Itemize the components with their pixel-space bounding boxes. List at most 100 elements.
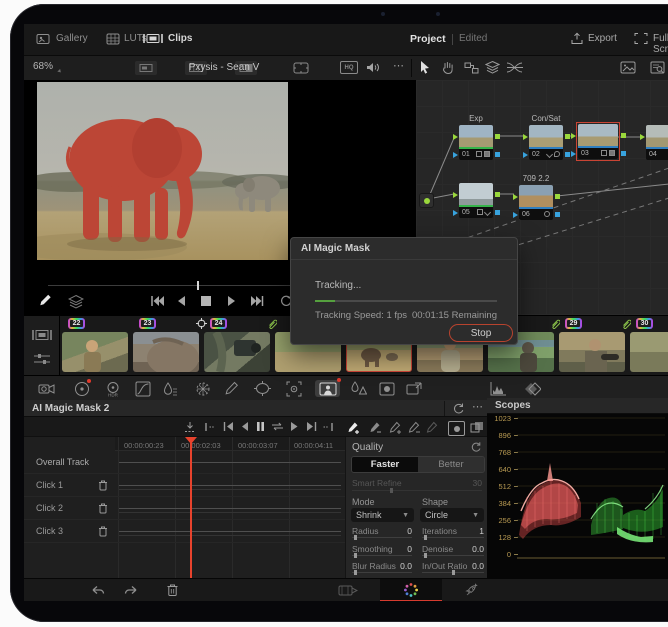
hq-proxy-icon[interactable]: HQ	[340, 61, 358, 74]
loop-range-icon[interactable]	[271, 421, 284, 432]
matte-preview-button[interactable]	[448, 421, 465, 436]
node-06[interactable]: 709 2.2 06	[513, 174, 560, 220]
add-touch-eyedropper-icon[interactable]	[388, 421, 401, 434]
clip-30[interactable]	[630, 332, 668, 372]
step-back-icon[interactable]	[240, 421, 249, 432]
stop-button[interactable]: Stop	[449, 324, 513, 342]
pause-icon[interactable]	[256, 421, 265, 432]
layers-icon[interactable]	[485, 60, 500, 75]
add-node-icon[interactable]	[464, 62, 479, 74]
timeline-ruler[interactable]: 00:00:00:23 00:00:02:03 00:00:03:07 00:0…	[115, 437, 345, 451]
scrub-playhead[interactable]	[197, 281, 199, 290]
delete-track-icon[interactable]	[98, 503, 108, 514]
redo-icon[interactable]	[124, 584, 139, 597]
picker-eyedropper-icon[interactable]	[38, 293, 53, 309]
trash-icon[interactable]	[166, 583, 179, 597]
quality-reset-icon[interactable]	[470, 441, 482, 453]
undo-icon[interactable]	[90, 584, 105, 597]
clip-24[interactable]	[204, 332, 270, 372]
project-tab[interactable]: Project	[410, 33, 446, 45]
faster-tab[interactable]: Faster	[352, 457, 418, 472]
clip-title[interactable]: Pxysis - Sean V	[154, 62, 294, 73]
adjust-sliders-icon[interactable]	[33, 352, 51, 366]
clip-22[interactable]	[62, 332, 128, 372]
add-stroke-eyedropper-icon[interactable]	[346, 421, 359, 434]
power-window-icon[interactable]	[254, 380, 271, 397]
masked-elephant[interactable]	[65, 118, 202, 242]
source-node[interactable]	[419, 193, 434, 208]
key-input[interactable]	[453, 152, 458, 158]
track-row-click1[interactable]: Click 1	[24, 474, 345, 497]
param-slider[interactable]	[352, 535, 412, 540]
disabled-eyedropper-icon[interactable]	[425, 421, 438, 434]
cursor-tool-icon[interactable]	[419, 60, 432, 75]
node-04[interactable]: 04	[640, 125, 668, 160]
track-row-click2[interactable]: Click 2	[24, 497, 345, 520]
qualifier-icon[interactable]	[161, 380, 178, 397]
export-button[interactable]: Export	[588, 33, 617, 44]
camera-raw-icon[interactable]	[38, 380, 55, 397]
first-frame-icon[interactable]	[223, 421, 234, 432]
sizing-icon[interactable]	[405, 380, 422, 397]
hdr-wheels-icon[interactable]: HDR	[104, 380, 121, 397]
lightbox-icon[interactable]	[650, 61, 666, 74]
smart-refine-slider[interactable]	[352, 488, 482, 493]
key-output[interactable]	[495, 152, 500, 157]
track-backward-icon[interactable]	[204, 421, 216, 433]
stills-icon[interactable]	[620, 61, 636, 74]
scopes-header[interactable]: Scopes	[487, 398, 668, 414]
track-row-click3[interactable]: Click 3	[24, 520, 345, 543]
stop-icon[interactable]	[201, 296, 211, 306]
delete-track-icon[interactable]	[98, 526, 108, 537]
node-01[interactable]: Exp 01	[453, 114, 500, 160]
tracker-icon[interactable]	[285, 380, 302, 397]
timeline-clips-icon[interactable]	[31, 328, 53, 342]
mixer-icon[interactable]	[506, 61, 523, 74]
skip-end-icon[interactable]	[250, 295, 264, 307]
scopes-histogram-icon[interactable]	[490, 380, 507, 397]
remove-stroke-eyedropper-icon[interactable]	[368, 421, 381, 434]
play-icon[interactable]	[227, 295, 237, 307]
window-picker-icon[interactable]	[223, 380, 240, 397]
play-reverse-icon[interactable]	[176, 295, 186, 307]
rgb-output[interactable]	[495, 134, 500, 139]
panel-more-button[interactable]: ⋯	[472, 400, 483, 413]
remove-touch-eyedropper-icon[interactable]	[407, 421, 420, 434]
key-icon[interactable]	[378, 380, 395, 397]
blur-icon[interactable]	[350, 380, 367, 397]
skip-start-icon[interactable]	[150, 295, 164, 307]
more-options-button[interactable]: ⋯	[393, 59, 405, 72]
speaker-icon[interactable]	[365, 60, 381, 75]
delete-track-icon[interactable]	[98, 480, 108, 491]
color-page-tab[interactable]	[380, 579, 442, 601]
cut-page-icon[interactable]	[338, 584, 358, 597]
edited-status[interactable]: Edited	[459, 33, 487, 44]
clips-icon[interactable]	[142, 32, 164, 45]
clip-23[interactable]	[133, 332, 199, 372]
track-row-overall[interactable]: Overall Track	[24, 451, 345, 474]
track-to-end-icon[interactable]	[184, 421, 196, 433]
reset-icon[interactable]	[452, 402, 465, 415]
overlay-mode-icon[interactable]	[470, 421, 484, 434]
viewer-image[interactable]	[37, 82, 288, 260]
hand-tool-icon[interactable]	[441, 60, 455, 75]
fusion-rocket-icon[interactable]	[464, 583, 479, 598]
mode-dropdown[interactable]: Shrink ▼	[351, 508, 414, 522]
node-03-selected[interactable]: 03	[571, 122, 626, 161]
fullscreen-icon[interactable]	[634, 32, 648, 45]
curves-icon[interactable]	[134, 380, 151, 397]
playhead[interactable]	[190, 442, 192, 578]
power-window-grid-icon[interactable]	[194, 380, 211, 397]
color-wheels-icon[interactable]	[73, 379, 91, 397]
clips-tab[interactable]: Clips	[168, 33, 192, 44]
node-05[interactable]: 05	[453, 183, 500, 218]
play-forward-icon[interactable]	[290, 421, 299, 432]
rgb-input[interactable]	[453, 134, 458, 140]
track-forward-icon[interactable]	[322, 421, 334, 433]
better-tab[interactable]: Better	[418, 457, 484, 472]
fullscreen-button[interactable]: Full Scre	[653, 33, 668, 55]
last-frame-icon[interactable]	[306, 421, 317, 432]
export-icon[interactable]	[570, 32, 584, 45]
clip-29[interactable]	[559, 332, 625, 372]
luts-icon[interactable]	[106, 33, 120, 45]
